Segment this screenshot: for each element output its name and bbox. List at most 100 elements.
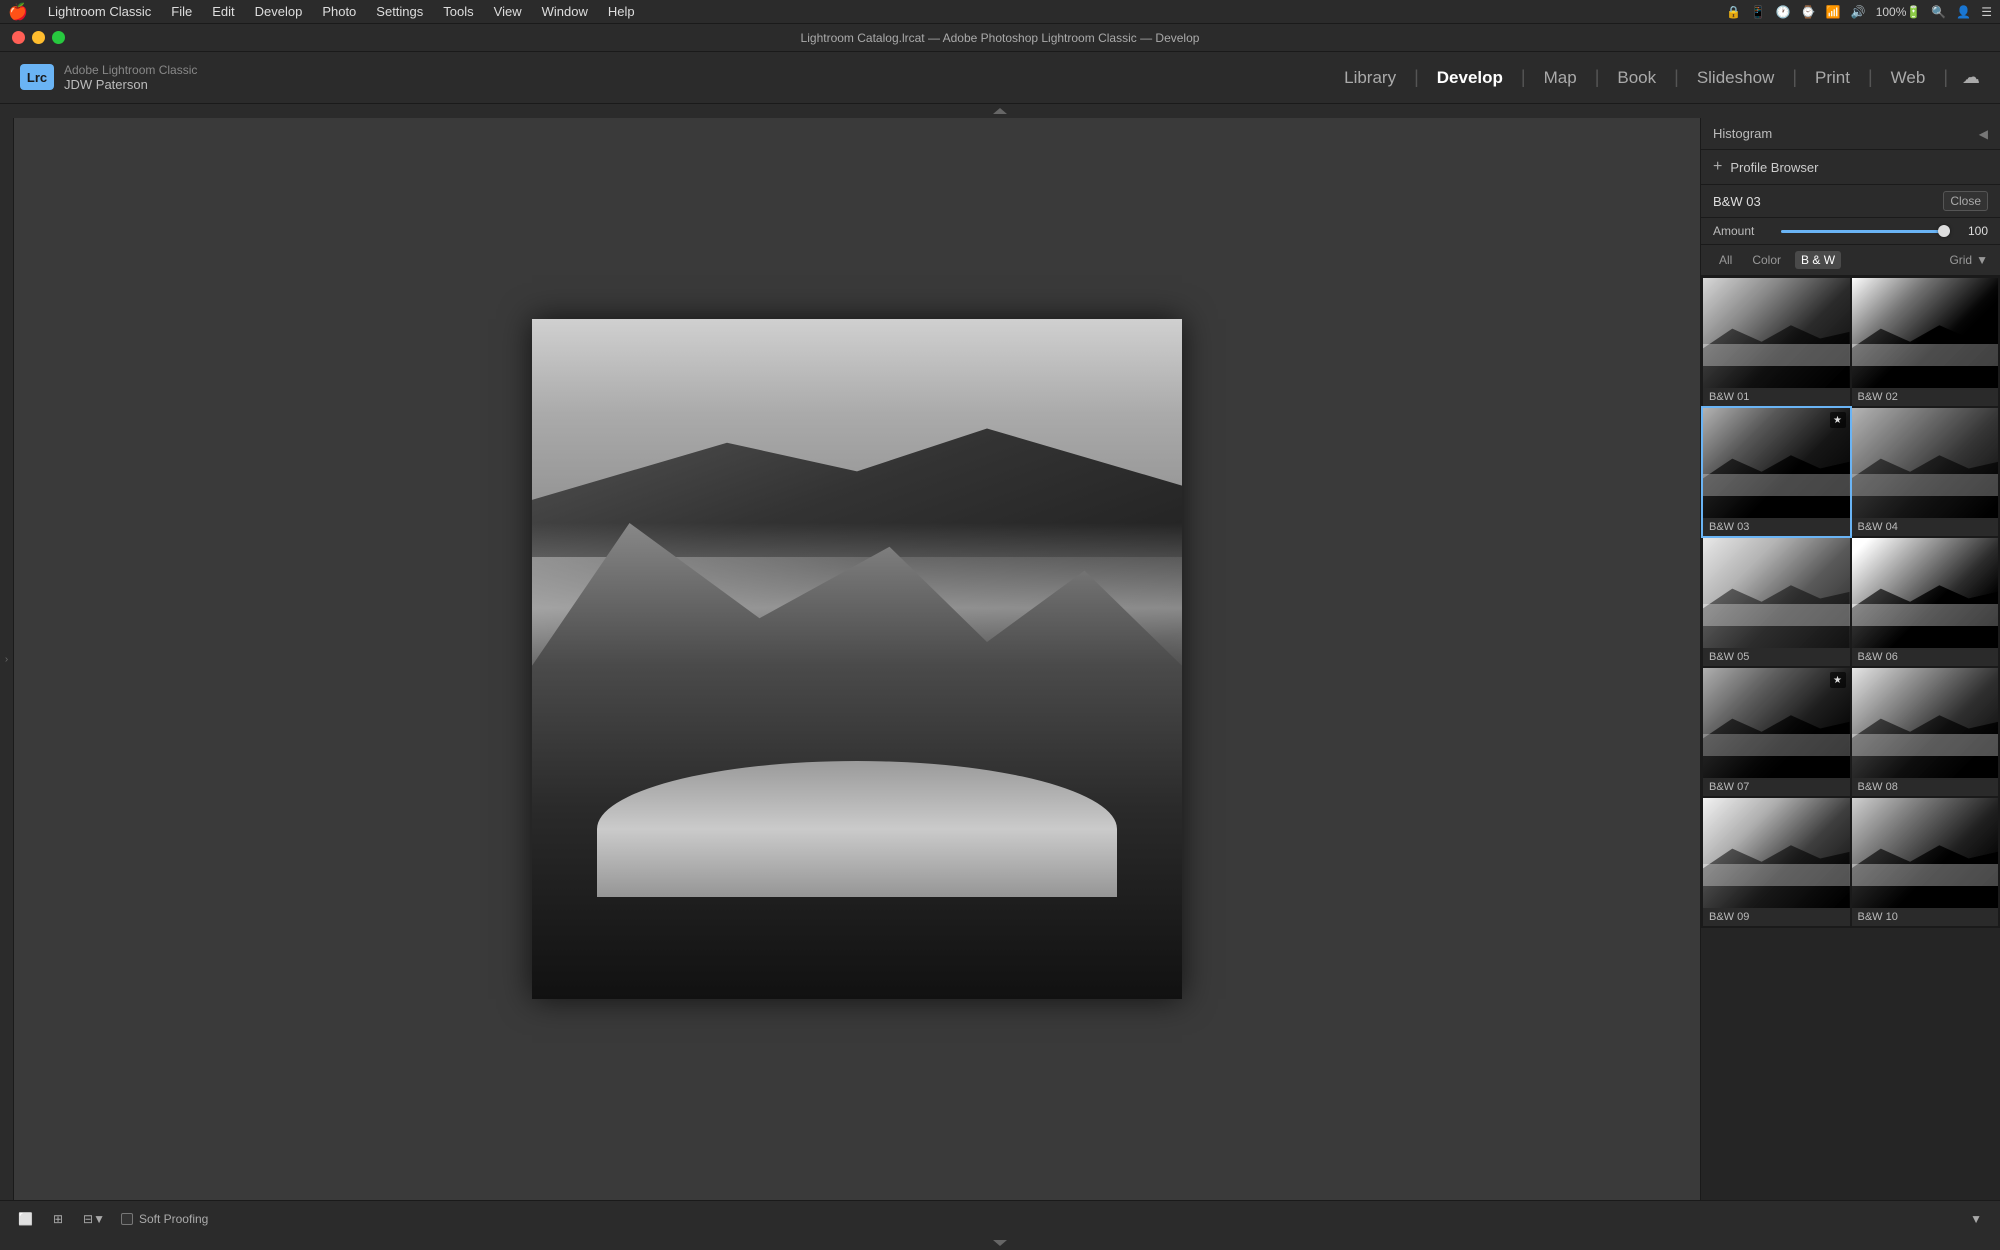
amount-row: Amount 100 [1701, 218, 2000, 245]
profile-label-bw10: B&W 10 [1852, 908, 1999, 926]
profile-cell-bw07[interactable]: ★ B&W 07 [1703, 668, 1850, 796]
close-button[interactable] [12, 31, 25, 44]
nav-print[interactable]: Print [1801, 64, 1864, 92]
filter-grid-dropdown[interactable]: Grid ▼ [1949, 253, 1988, 267]
menu-file[interactable]: File [163, 2, 200, 21]
profile-browser-header: + Profile Browser [1701, 150, 2000, 185]
profile-browser-close-button[interactable]: Close [1943, 191, 1988, 211]
profile-label-bw09: B&W 09 [1703, 908, 1850, 926]
app-name-label: Adobe Lightroom Classic [64, 63, 197, 77]
profile-browser-title: Profile Browser [1730, 160, 1988, 175]
profile-label-bw05: B&W 05 [1703, 648, 1850, 666]
filter-tab-all[interactable]: All [1713, 251, 1738, 269]
profile-cell-bw10[interactable]: B&W 10 [1852, 798, 1999, 926]
amount-slider-thumb[interactable] [1938, 225, 1950, 237]
profile-cell-bw01[interactable]: B&W 01 [1703, 278, 1850, 406]
menu-help[interactable]: Help [600, 2, 643, 21]
profile-label-bw06: B&W 06 [1852, 648, 1999, 666]
lrc-badge: Lrc [20, 64, 54, 90]
menu-view[interactable]: View [486, 2, 530, 21]
soft-proofing-toggle[interactable]: Soft Proofing [121, 1212, 208, 1226]
profile-cell-bw05[interactable]: B&W 05 [1703, 538, 1850, 666]
nav-book[interactable]: Book [1603, 64, 1670, 92]
current-profile-row: B&W 03 Close [1701, 185, 2000, 218]
photo-water-layer [597, 761, 1117, 897]
menu-settings[interactable]: Settings [368, 2, 431, 21]
profile-thumb-bw06 [1852, 538, 1999, 648]
profile-cell-bw04[interactable]: B&W 04 [1852, 408, 1999, 536]
view-multi-button[interactable]: ⊞ [49, 1210, 67, 1228]
photo-canvas [532, 319, 1182, 999]
bottom-toolbar: ⬜ ⊞ ⊟▼ Soft Proofing ▼ [0, 1200, 2000, 1236]
profile-cell-bw09[interactable]: B&W 09 [1703, 798, 1850, 926]
filter-tab-bw[interactable]: B & W [1795, 251, 1841, 269]
profile-thumb-bw08 [1852, 668, 1999, 778]
menubar-right-icons: 🔒📱🕐⌚ 📶🔊100%🔋🔍👤☰ [1726, 5, 1992, 19]
maximize-button[interactable] [52, 31, 65, 44]
traffic-lights[interactable] [12, 31, 65, 44]
app-logo: Lrc Adobe Lightroom Classic JDW Paterson [20, 63, 197, 93]
amount-slider-fill [1781, 230, 1950, 233]
profile-thumb-bw02 [1852, 278, 1999, 388]
user-name-label: JDW Paterson [64, 77, 197, 93]
amount-slider-track[interactable] [1781, 230, 1950, 233]
profile-label-bw04: B&W 04 [1852, 518, 1999, 536]
histogram-header: Histogram ◀ [1701, 118, 2000, 150]
nav-links: Library | Develop | Map | Book | Slidesh… [1330, 64, 1980, 92]
histogram-label: Histogram [1713, 126, 1772, 141]
profile-thumb-bw03 [1703, 408, 1850, 518]
view-compare-button[interactable]: ⊟▼ [79, 1210, 109, 1228]
menu-tools[interactable]: Tools [435, 2, 481, 21]
titlebar: Lightroom Catalog.lrcat — Adobe Photosho… [0, 24, 2000, 52]
toolbar-right-area: ▼ [1966, 1211, 1986, 1226]
profile-cell-bw03[interactable]: ★ B&W 03 [1703, 408, 1850, 536]
window-title: Lightroom Catalog.lrcat — Adobe Photosho… [801, 31, 1200, 45]
main-layout: › Histogram ◀ + Profile Browser [0, 118, 2000, 1200]
cloud-sync-icon[interactable]: ☁ [1962, 67, 1980, 88]
toolbar-expand-button[interactable]: ▼ [1966, 1210, 1986, 1228]
profile-label-bw03: B&W 03 [1703, 518, 1850, 536]
profile-label-bw01: B&W 01 [1703, 388, 1850, 406]
profile-cell-bw02[interactable]: B&W 02 [1852, 278, 1999, 406]
nav-develop[interactable]: Develop [1423, 64, 1517, 92]
photo-view-area [14, 118, 1700, 1200]
nav-map[interactable]: Map [1530, 64, 1591, 92]
profile-browser-add-button[interactable]: + [1713, 158, 1722, 176]
right-panel: Histogram ◀ + Profile Browser B&W 03 Clo… [1700, 118, 2000, 1200]
histogram-collapse-button[interactable]: ◀ [1979, 127, 1988, 141]
menu-develop[interactable]: Develop [247, 2, 311, 21]
menu-lightroom-classic[interactable]: Lightroom Classic [40, 2, 159, 21]
soft-proofing-checkbox[interactable] [121, 1213, 133, 1225]
menu-edit[interactable]: Edit [204, 2, 242, 21]
profile-thumb-bw10 [1852, 798, 1999, 908]
nav-slideshow[interactable]: Slideshow [1683, 64, 1789, 92]
photo-container [532, 319, 1182, 999]
bottom-collapse-arrow[interactable] [0, 1236, 2000, 1250]
minimize-button[interactable] [32, 31, 45, 44]
profile-thumb-bw09 [1703, 798, 1850, 908]
profile-label-bw02: B&W 02 [1852, 388, 1999, 406]
profile-cell-bw06[interactable]: B&W 06 [1852, 538, 1999, 666]
filter-tabs: All Color B & W Grid ▼ [1701, 245, 2000, 276]
menu-window[interactable]: Window [534, 2, 596, 21]
profile-thumb-bw07 [1703, 668, 1850, 778]
menubar: 🍎 Lightroom Classic File Edit Develop Ph… [0, 0, 2000, 24]
menu-photo[interactable]: Photo [314, 2, 364, 21]
filter-tab-color[interactable]: Color [1746, 251, 1787, 269]
profile-label-bw07: B&W 07 [1703, 778, 1850, 796]
profile-thumb-bw04 [1852, 408, 1999, 518]
profile-star-icon-bw03: ★ [1830, 412, 1846, 428]
apple-menu[interactable]: 🍎 [8, 2, 28, 22]
nav-web[interactable]: Web [1877, 64, 1940, 92]
nav-library[interactable]: Library [1330, 64, 1410, 92]
amount-label: Amount [1713, 224, 1773, 238]
profile-label-bw08: B&W 08 [1852, 778, 1999, 796]
current-profile-name: B&W 03 [1713, 194, 1943, 209]
profile-thumb-bw05 [1703, 538, 1850, 648]
photo-sky-layer [532, 319, 1182, 557]
left-panel-toggle[interactable]: › [0, 118, 14, 1200]
view-single-button[interactable]: ⬜ [14, 1210, 37, 1228]
app-header: Lrc Adobe Lightroom Classic JDW Paterson… [0, 52, 2000, 104]
top-collapse-arrow[interactable] [0, 104, 2000, 118]
profile-cell-bw08[interactable]: B&W 08 [1852, 668, 1999, 796]
